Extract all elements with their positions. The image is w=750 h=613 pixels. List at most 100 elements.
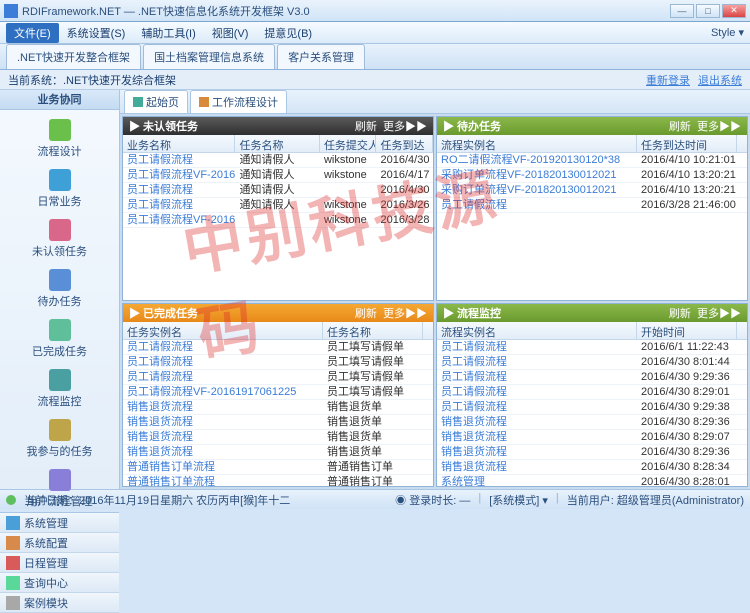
sidebar-item-label: 我参与的任务	[27, 443, 93, 459]
table-row[interactable]: RO二请假流程VF-201920130120*382016/4/10 10:21…	[437, 153, 747, 168]
cell: 销售退货流程	[437, 415, 637, 429]
table-row[interactable]: 员工请假流程VF-2016181000...通知请假人wikstone2016/…	[123, 168, 433, 183]
sidebar-bottom-icon	[6, 596, 20, 610]
table-row[interactable]: 员工请假流程员工填写请假单	[123, 370, 433, 385]
sidebar-bottom-item[interactable]: 系统管理	[0, 513, 119, 533]
table-row[interactable]: 普通销售订单流程普通销售订单	[123, 460, 433, 475]
close-button[interactable]: ✕	[722, 4, 746, 18]
cell	[235, 213, 320, 227]
sidebar-item[interactable]: 已完成任务	[10, 316, 110, 362]
table-row[interactable]: 销售退货流程销售退货单	[123, 430, 433, 445]
table-row[interactable]: 销售退货流程2016/4/30 8:28:34	[437, 460, 747, 475]
sidebar-item[interactable]: 日常业务	[10, 166, 110, 212]
table-row[interactable]: 员工请假流程2016/6/1 11:22:43	[437, 340, 747, 355]
table-row[interactable]: 普通销售订单流程普通销售订单	[123, 475, 433, 487]
col-header: 任务实例名	[123, 322, 323, 339]
cell: 2016/4/30 9:29:36	[637, 370, 737, 384]
panel-more[interactable]: 更多▶▶	[383, 118, 427, 134]
doctab-start[interactable]: 起始页	[124, 90, 188, 113]
table-row[interactable]: 销售退货流程销售退货单	[123, 415, 433, 430]
table-row[interactable]: 销售退货流程销售退货单	[123, 400, 433, 415]
cell: 销售退货流程	[123, 415, 323, 429]
panel-refresh[interactable]: 刷新	[355, 305, 377, 321]
menu-view[interactable]: 视图(V)	[204, 23, 257, 43]
menu-suggest[interactable]: 提意见(B)	[256, 23, 320, 43]
exit-link[interactable]: 退出系统	[698, 72, 742, 88]
panel-title: ▶ 已完成任务	[129, 305, 355, 321]
cell: 员工请假流程	[437, 385, 637, 399]
table-row[interactable]: 员工请假流程VF-2016131010wikstone2016/3/28	[123, 213, 433, 228]
sidebar-bottom-item[interactable]: 查询中心	[0, 573, 119, 593]
panel-more[interactable]: 更多▶▶	[383, 305, 427, 321]
menu-help[interactable]: 辅助工具(I)	[133, 23, 203, 43]
table-row[interactable]: 员工请假流程通知请假人wikstone2016/3/26	[123, 198, 433, 213]
sidebar: 业务协同 流程设计日常业务未认领任务待办任务已完成任务流程监控我参与的任务用户流…	[0, 90, 120, 489]
table-row[interactable]: 员工请假流程VF-20161917061225员工填写请假单	[123, 385, 433, 400]
doctab-workflow[interactable]: 工作流程设计	[190, 90, 287, 113]
menu-file[interactable]: 文件(E)	[6, 23, 59, 43]
relogin-link[interactable]: 重新登录	[646, 72, 690, 88]
table-row[interactable]: 员工请假流程2016/3/28 21:46:00	[437, 198, 747, 213]
table-row[interactable]: 员工请假流程通知请假人2016/4/30	[123, 183, 433, 198]
panel-more[interactable]: 更多▶▶	[697, 118, 741, 134]
sidebar-bottom-icon	[6, 516, 20, 530]
panel-refresh[interactable]: 刷新	[355, 118, 377, 134]
table-row[interactable]: 员工请假流程通知请假人wikstone2016/4/30	[123, 153, 433, 168]
table-row[interactable]: 销售退货流程2016/4/30 8:29:07	[437, 430, 747, 445]
panel-refresh[interactable]: 刷新	[669, 118, 691, 134]
status-mode[interactable]: [系统模式] ▾	[489, 492, 548, 508]
cell: 员工填写请假单	[323, 370, 423, 384]
cell: 销售退货流程	[123, 445, 323, 459]
tab-framework[interactable]: .NET快速开发整合框架	[6, 44, 141, 69]
table-row[interactable]: 员工请假流程2016/4/30 9:29:38	[437, 400, 747, 415]
table-row[interactable]: 采购订单流程VF-2018201300120212016/4/10 13:20:…	[437, 183, 747, 198]
table-row[interactable]: 销售退货流程2016/4/30 8:29:36	[437, 415, 747, 430]
cell: 2016/4/30 8:01:44	[637, 355, 737, 369]
cell: 2016/4/30	[377, 183, 434, 197]
table-row[interactable]: 销售退货流程销售退货单	[123, 445, 433, 460]
table-header: 流程实例名任务到达时间	[437, 135, 747, 153]
panel-header: ▶ 已完成任务刷新 更多▶▶	[123, 304, 433, 322]
sidebar-bottom-item[interactable]: 系统配置	[0, 533, 119, 553]
sidebar-item-icon	[49, 169, 71, 191]
cell: wikstone	[320, 168, 377, 182]
style-dropdown[interactable]: Style ▾	[711, 26, 744, 39]
minimize-button[interactable]: —	[670, 4, 694, 18]
table-rows: 员工请假流程员工填写请假单员工请假流程员工填写请假单员工请假流程员工填写请假单员…	[123, 340, 433, 487]
cell: 员工请假流程	[437, 340, 637, 354]
menu-system[interactable]: 系统设置(S)	[59, 23, 134, 43]
table-row[interactable]: 销售退货流程2016/4/30 8:29:36	[437, 445, 747, 460]
sidebar-item-icon	[49, 219, 71, 241]
sidebar-item[interactable]: 待办任务	[10, 266, 110, 312]
table-row[interactable]: 员工请假流程员工填写请假单	[123, 355, 433, 370]
cell: 2016/4/30 8:28:01	[637, 475, 737, 487]
cell: 系统管理	[437, 475, 637, 487]
cell: 员工请假流程	[123, 198, 235, 212]
col-header: 业务名称	[123, 135, 235, 152]
sidebar-bottom-item[interactable]: 日程管理	[0, 553, 119, 573]
table-row[interactable]: 员工请假流程员工填写请假单	[123, 340, 433, 355]
sidebar-item[interactable]: 流程监控	[10, 366, 110, 412]
tab-archive[interactable]: 国土档案管理信息系统	[143, 44, 275, 69]
sidebar-item[interactable]: 我参与的任务	[10, 416, 110, 462]
sidebar-item[interactable]: 未认领任务	[10, 216, 110, 262]
table-row[interactable]: 员工请假流程2016/4/30 8:01:44	[437, 355, 747, 370]
cell: wikstone	[320, 198, 377, 212]
table-row[interactable]: 员工请假流程2016/4/30 9:29:36	[437, 370, 747, 385]
sidebar-bottom-item[interactable]: 案例模块	[0, 593, 119, 613]
table-row[interactable]: 员工请假流程2016/4/30 8:29:01	[437, 385, 747, 400]
maximize-button[interactable]: □	[696, 4, 720, 18]
tab-crm[interactable]: 客户关系管理	[277, 44, 365, 69]
sidebar-bottom-label: 系统配置	[24, 535, 68, 551]
panel-more[interactable]: 更多▶▶	[697, 305, 741, 321]
table-row[interactable]: 系统管理2016/4/30 8:28:01	[437, 475, 747, 487]
cell: 2016/6/1 11:22:43	[637, 340, 737, 354]
cell: 2016/4/10 10:21:01	[637, 153, 737, 167]
cell: 员工请假流程VF-20161917061225	[123, 385, 323, 399]
sidebar-bottom-icon	[6, 556, 20, 570]
panel-refresh[interactable]: 刷新	[669, 305, 691, 321]
table-row[interactable]: 采购订单流程VF-2018201300120212016/4/10 13:20:…	[437, 168, 747, 183]
sidebar-item[interactable]: 流程设计	[10, 116, 110, 162]
cell: 销售退货流程	[437, 430, 637, 444]
cell: 员工请假流程	[437, 198, 637, 212]
